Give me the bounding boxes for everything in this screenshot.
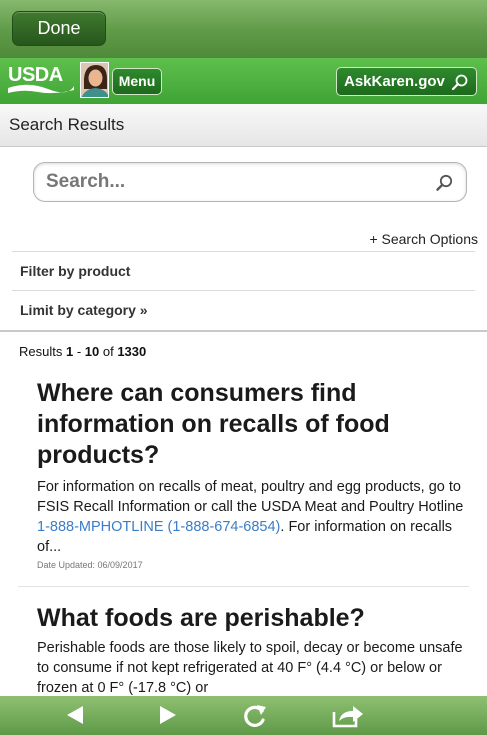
top-navbar: Done xyxy=(0,0,487,58)
avatar xyxy=(80,62,109,98)
result-snippet: For information on recalls of meat, poul… xyxy=(37,477,467,557)
filter-by-product[interactable]: Filter by product xyxy=(12,251,475,290)
result-snippet: Perishable foods are those likely to spo… xyxy=(37,640,463,696)
results-of: of xyxy=(99,344,118,359)
usda-header: USDA Menu AskKaren.gov xyxy=(0,58,487,104)
result-date: Date Updated: 06/09/2017 xyxy=(37,560,143,570)
done-button[interactable]: Done xyxy=(12,11,106,46)
ask-karen-button[interactable]: AskKaren.gov xyxy=(336,67,477,96)
snippet-text: For information on recalls of meat, poul… xyxy=(37,479,464,515)
divider xyxy=(0,330,487,332)
results-total: 1330 xyxy=(117,344,147,359)
menu-button[interactable]: Menu xyxy=(112,68,162,95)
search-options-link[interactable]: + Search Options xyxy=(369,231,478,247)
result-divider xyxy=(18,586,469,587)
page-title: Search Results xyxy=(0,104,487,147)
results-dash: - xyxy=(73,344,85,359)
limit-by-category[interactable]: Limit by category » xyxy=(12,290,475,329)
browser-toolbar xyxy=(0,696,487,735)
result-title[interactable]: What foods are perishable? xyxy=(37,603,467,634)
result-item[interactable]: What foods are perishable? Perishable fo… xyxy=(37,603,467,698)
hotline-phone-link[interactable]: 1-888-MPHOTLINE (1-888-674-6854) xyxy=(37,519,280,535)
search-icon xyxy=(451,73,469,100)
ask-karen-label: AskKaren.gov xyxy=(344,73,445,90)
usda-logo-swoosh-icon xyxy=(8,84,74,94)
search-icon[interactable] xyxy=(435,173,454,197)
share-icon[interactable] xyxy=(331,703,365,734)
result-title[interactable]: Where can consumers find information on … xyxy=(37,378,467,471)
results-end: 10 xyxy=(84,344,100,359)
back-icon[interactable] xyxy=(63,703,87,732)
usda-logo[interactable]: USDA xyxy=(8,63,74,95)
refresh-icon[interactable] xyxy=(241,703,269,734)
search-box[interactable] xyxy=(33,162,467,202)
result-item[interactable]: Where can consumers find information on … xyxy=(37,378,467,570)
forward-icon[interactable] xyxy=(156,703,180,732)
results-summary: Results 1 - 10 of 1330 xyxy=(19,344,146,359)
search-input[interactable] xyxy=(34,163,414,201)
results-prefix: Results xyxy=(19,344,66,359)
